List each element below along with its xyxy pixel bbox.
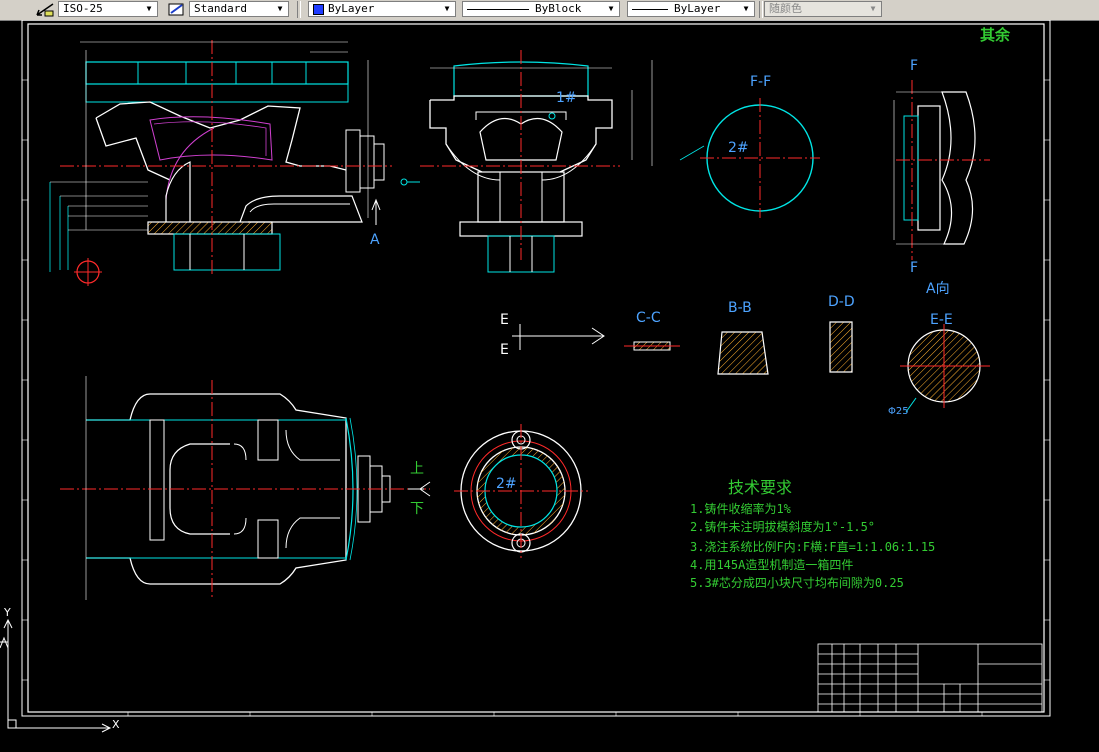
view-a-arrow-label: A bbox=[370, 232, 380, 248]
view-a-title: A向 bbox=[926, 281, 950, 297]
linetype-preview bbox=[467, 8, 529, 10]
section-f-bottom-mark: F bbox=[910, 260, 919, 276]
inner-border bbox=[27, 23, 1045, 713]
section-dd-title: D-D bbox=[828, 294, 855, 310]
tech-requirement-1: 1.铸件收缩率为1% bbox=[690, 502, 791, 516]
section-ff bbox=[679, 98, 820, 218]
outer-border bbox=[21, 19, 1051, 717]
diameter-dimension: Φ25 bbox=[888, 406, 909, 417]
tech-requirement-5: 5.3#芯分成四小块尺寸均布间隙为0.25 bbox=[690, 576, 904, 590]
pour-bottom-label: 下 bbox=[410, 501, 424, 517]
ucs-y-label: Y bbox=[4, 606, 11, 619]
toolbar-separator bbox=[297, 1, 301, 18]
chevron-down-icon: ▼ bbox=[146, 4, 152, 13]
tech-requirements-title: 技术要求 bbox=[728, 478, 793, 497]
core-2-label-ring: 2# bbox=[496, 476, 517, 492]
section-ee-title: E-E bbox=[930, 312, 953, 328]
tech-requirement-3: 3.浇注系统比例F内:F横:F直=1:1.06:1.15 bbox=[690, 540, 936, 554]
chevron-down-icon: ▼ bbox=[444, 4, 450, 13]
core-2-label-ff: 2# bbox=[728, 140, 749, 156]
chevron-down-icon: ▼ bbox=[743, 4, 749, 13]
view-a bbox=[893, 80, 990, 260]
plotstyle-select: 随颜色 ▼ bbox=[764, 1, 882, 17]
tech-requirement-4: 4.用145A造型机制造一箱四件 bbox=[690, 558, 854, 572]
front-view bbox=[49, 40, 420, 286]
plotstyle-value: 随颜色 bbox=[769, 2, 802, 15]
lineweight-preview bbox=[632, 8, 668, 10]
color-value: ByLayer bbox=[328, 2, 375, 15]
color-swatch-icon bbox=[313, 3, 324, 15]
zone-ticks bbox=[22, 79, 1050, 716]
lineweight-value: ByLayer bbox=[674, 2, 721, 15]
chevron-down-icon: ▼ bbox=[277, 4, 283, 13]
core-1-label: 1# bbox=[556, 90, 577, 106]
small-sections bbox=[512, 321, 990, 413]
textstyle-value: Standard bbox=[194, 2, 247, 15]
section-ff-title: F-F bbox=[750, 74, 772, 90]
section-f-top-mark: F bbox=[910, 58, 919, 74]
chevron-down-icon: ▼ bbox=[870, 4, 876, 13]
ring-section bbox=[454, 424, 588, 558]
cad-drawing bbox=[0, 19, 1051, 733]
properties-toolbar: ISO-25 ▼ Standard ▼ ByLayer ▼ ByBlock ▼ … bbox=[0, 0, 1099, 21]
linetype-value: ByBlock bbox=[535, 2, 582, 15]
chevron-down-icon: ▼ bbox=[608, 4, 614, 13]
lineweight-select[interactable]: ByLayer ▼ bbox=[627, 1, 755, 17]
ucs-x-label: X bbox=[112, 718, 120, 731]
section-e-bottom-mark: E bbox=[500, 342, 509, 358]
title-block bbox=[817, 643, 1043, 713]
section-e-top-mark: E bbox=[500, 312, 509, 328]
toolbar-grip[interactable] bbox=[2, 1, 24, 18]
dimstyle-icon[interactable] bbox=[34, 1, 56, 18]
dimstyle-value: ISO-25 bbox=[63, 2, 103, 15]
section-bb-title: B-B bbox=[728, 300, 752, 316]
surface-finish-note: 其余 bbox=[980, 26, 1011, 44]
pour-top-label: 上 bbox=[410, 461, 424, 477]
dimstyle-select[interactable]: ISO-25 ▼ bbox=[58, 1, 158, 17]
toolbar-separator bbox=[759, 1, 763, 18]
color-select[interactable]: ByLayer ▼ bbox=[308, 1, 456, 17]
linetype-select[interactable]: ByBlock ▼ bbox=[462, 1, 620, 17]
textstyle-select[interactable]: Standard ▼ bbox=[189, 1, 289, 17]
tech-requirement-2: 2.铸件未注明拔模斜度为1°-1.5° bbox=[690, 520, 876, 534]
plan-view bbox=[60, 376, 431, 600]
ucs-icon bbox=[0, 618, 112, 733]
textstyle-icon[interactable] bbox=[166, 1, 188, 18]
section-cc-title: C-C bbox=[636, 310, 661, 326]
side-view bbox=[420, 50, 653, 273]
drawing-canvas[interactable]: 其余 F-F F F A向 A C-C B-B D-D E-E E E 1# 2… bbox=[0, 19, 1099, 748]
